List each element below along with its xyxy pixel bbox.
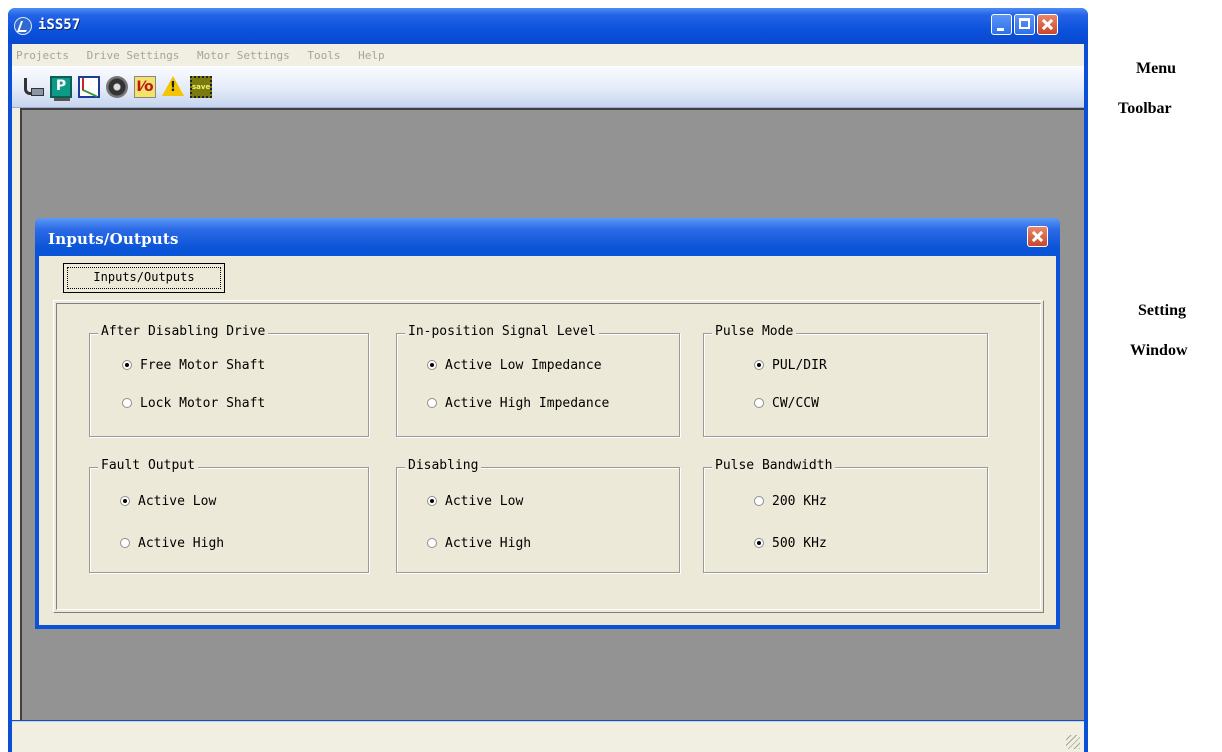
radio-active-low-impedance[interactable]: Active Low Impedance (427, 358, 602, 373)
tab-panel: After Disabling Drive Free Motor Shaft L… (53, 300, 1044, 613)
group-in-position-signal-level: In-position Signal Level Active Low Impe… (396, 324, 680, 437)
annotation-window: Window (1130, 342, 1188, 359)
radio-dot (427, 538, 437, 548)
group-title: In-position Signal Level (405, 324, 599, 339)
radio-dot (122, 398, 132, 408)
group-title: Disabling (405, 458, 482, 473)
annotation-setting: Setting (1138, 302, 1186, 319)
radio-lock-motor-shaft[interactable]: Lock Motor Shaft (122, 396, 265, 411)
group-pulse-mode: Pulse Mode PUL/DIR CW/CCW (703, 324, 988, 437)
dialog-body: Inputs/Outputs After Disabling Drive Fre… (39, 256, 1056, 625)
dialog-close-button[interactable] (1027, 226, 1048, 247)
radio-dot (754, 360, 764, 370)
radio-dot (427, 398, 437, 408)
parameters-icon[interactable]: P (50, 76, 72, 101)
group-pulse-bandwidth: Pulse Bandwidth 200 KHz 500 KHz (703, 458, 988, 573)
title-bar[interactable]: iSS57 (8, 8, 1088, 44)
radio-dot (427, 360, 437, 370)
maximize-button[interactable] (1014, 14, 1035, 35)
radio-pul-dir[interactable]: PUL/DIR (754, 358, 827, 373)
radio-200-khz[interactable]: 200 KHz (754, 494, 827, 509)
tab-inputs-outputs[interactable]: Inputs/Outputs (63, 263, 225, 293)
save-icon[interactable]: save (190, 76, 212, 98)
menu-help[interactable]: Help (354, 44, 389, 66)
group-title: Pulse Mode (712, 324, 797, 339)
group-title: Fault Output (98, 458, 198, 473)
close-icon (1028, 227, 1047, 246)
close-button[interactable] (1037, 14, 1058, 35)
menu-drive-settings[interactable]: Drive Settings (83, 44, 184, 66)
radio-cw-ccw[interactable]: CW/CCW (754, 396, 819, 411)
alarm-icon[interactable] (162, 76, 184, 96)
minimize-button[interactable] (991, 14, 1012, 35)
toolbar: P I⁄o save (12, 67, 1084, 108)
radio-fault-active-high[interactable]: Active High (120, 536, 224, 551)
radio-500-khz[interactable]: 500 KHz (754, 536, 827, 551)
close-icon (1038, 15, 1057, 34)
group-after-disabling-drive: After Disabling Drive Free Motor Shaft L… (89, 324, 369, 437)
tab-panel-frame: After Disabling Drive Free Motor Shaft L… (56, 303, 1041, 610)
radio-dot (122, 360, 132, 370)
status-bar (12, 721, 1084, 752)
radio-dot (427, 496, 437, 506)
radio-dot (754, 398, 764, 408)
group-title: After Disabling Drive (98, 324, 269, 339)
dialog-title: Inputs/Outputs (48, 230, 179, 248)
inputs-outputs-dialog: Inputs/Outputs Inputs/Outputs After Disa… (35, 218, 1060, 629)
radio-dot (120, 538, 130, 548)
radio-dot (120, 496, 130, 506)
io-icon[interactable]: I⁄o (134, 76, 156, 98)
menu-projects[interactable]: Projects (12, 44, 73, 66)
radio-dot (754, 538, 764, 548)
radio-dot (754, 496, 764, 506)
group-fault-output: Fault Output Active Low Active High (89, 458, 369, 573)
scope-icon[interactable] (78, 76, 100, 98)
annotation-toolbar: Toolbar (1118, 100, 1172, 117)
radio-free-motor-shaft[interactable]: Free Motor Shaft (122, 358, 265, 373)
group-title: Pulse Bandwidth (712, 458, 836, 473)
radio-disabling-active-high[interactable]: Active High (427, 536, 531, 551)
menu-bar: Projects Drive Settings Motor Settings T… (12, 44, 1084, 67)
menu-tools[interactable]: Tools (303, 44, 344, 66)
group-disabling: Disabling Active Low Active High (396, 458, 680, 573)
motor-icon[interactable] (106, 76, 128, 98)
app-title: iSS57 (38, 17, 81, 33)
menu-motor-settings[interactable]: Motor Settings (193, 44, 294, 66)
radio-active-high-impedance[interactable]: Active High Impedance (427, 396, 609, 411)
dialog-title-bar[interactable]: Inputs/Outputs (35, 218, 1060, 256)
app-logo-icon[interactable] (14, 17, 32, 35)
radio-disabling-active-low[interactable]: Active Low (427, 494, 523, 509)
radio-fault-active-low[interactable]: Active Low (120, 494, 216, 509)
resize-grip-icon[interactable] (1066, 735, 1080, 749)
annotation-menu: Menu (1136, 60, 1176, 77)
connect-icon[interactable] (22, 76, 44, 98)
tab-label: Inputs/Outputs (67, 267, 221, 289)
